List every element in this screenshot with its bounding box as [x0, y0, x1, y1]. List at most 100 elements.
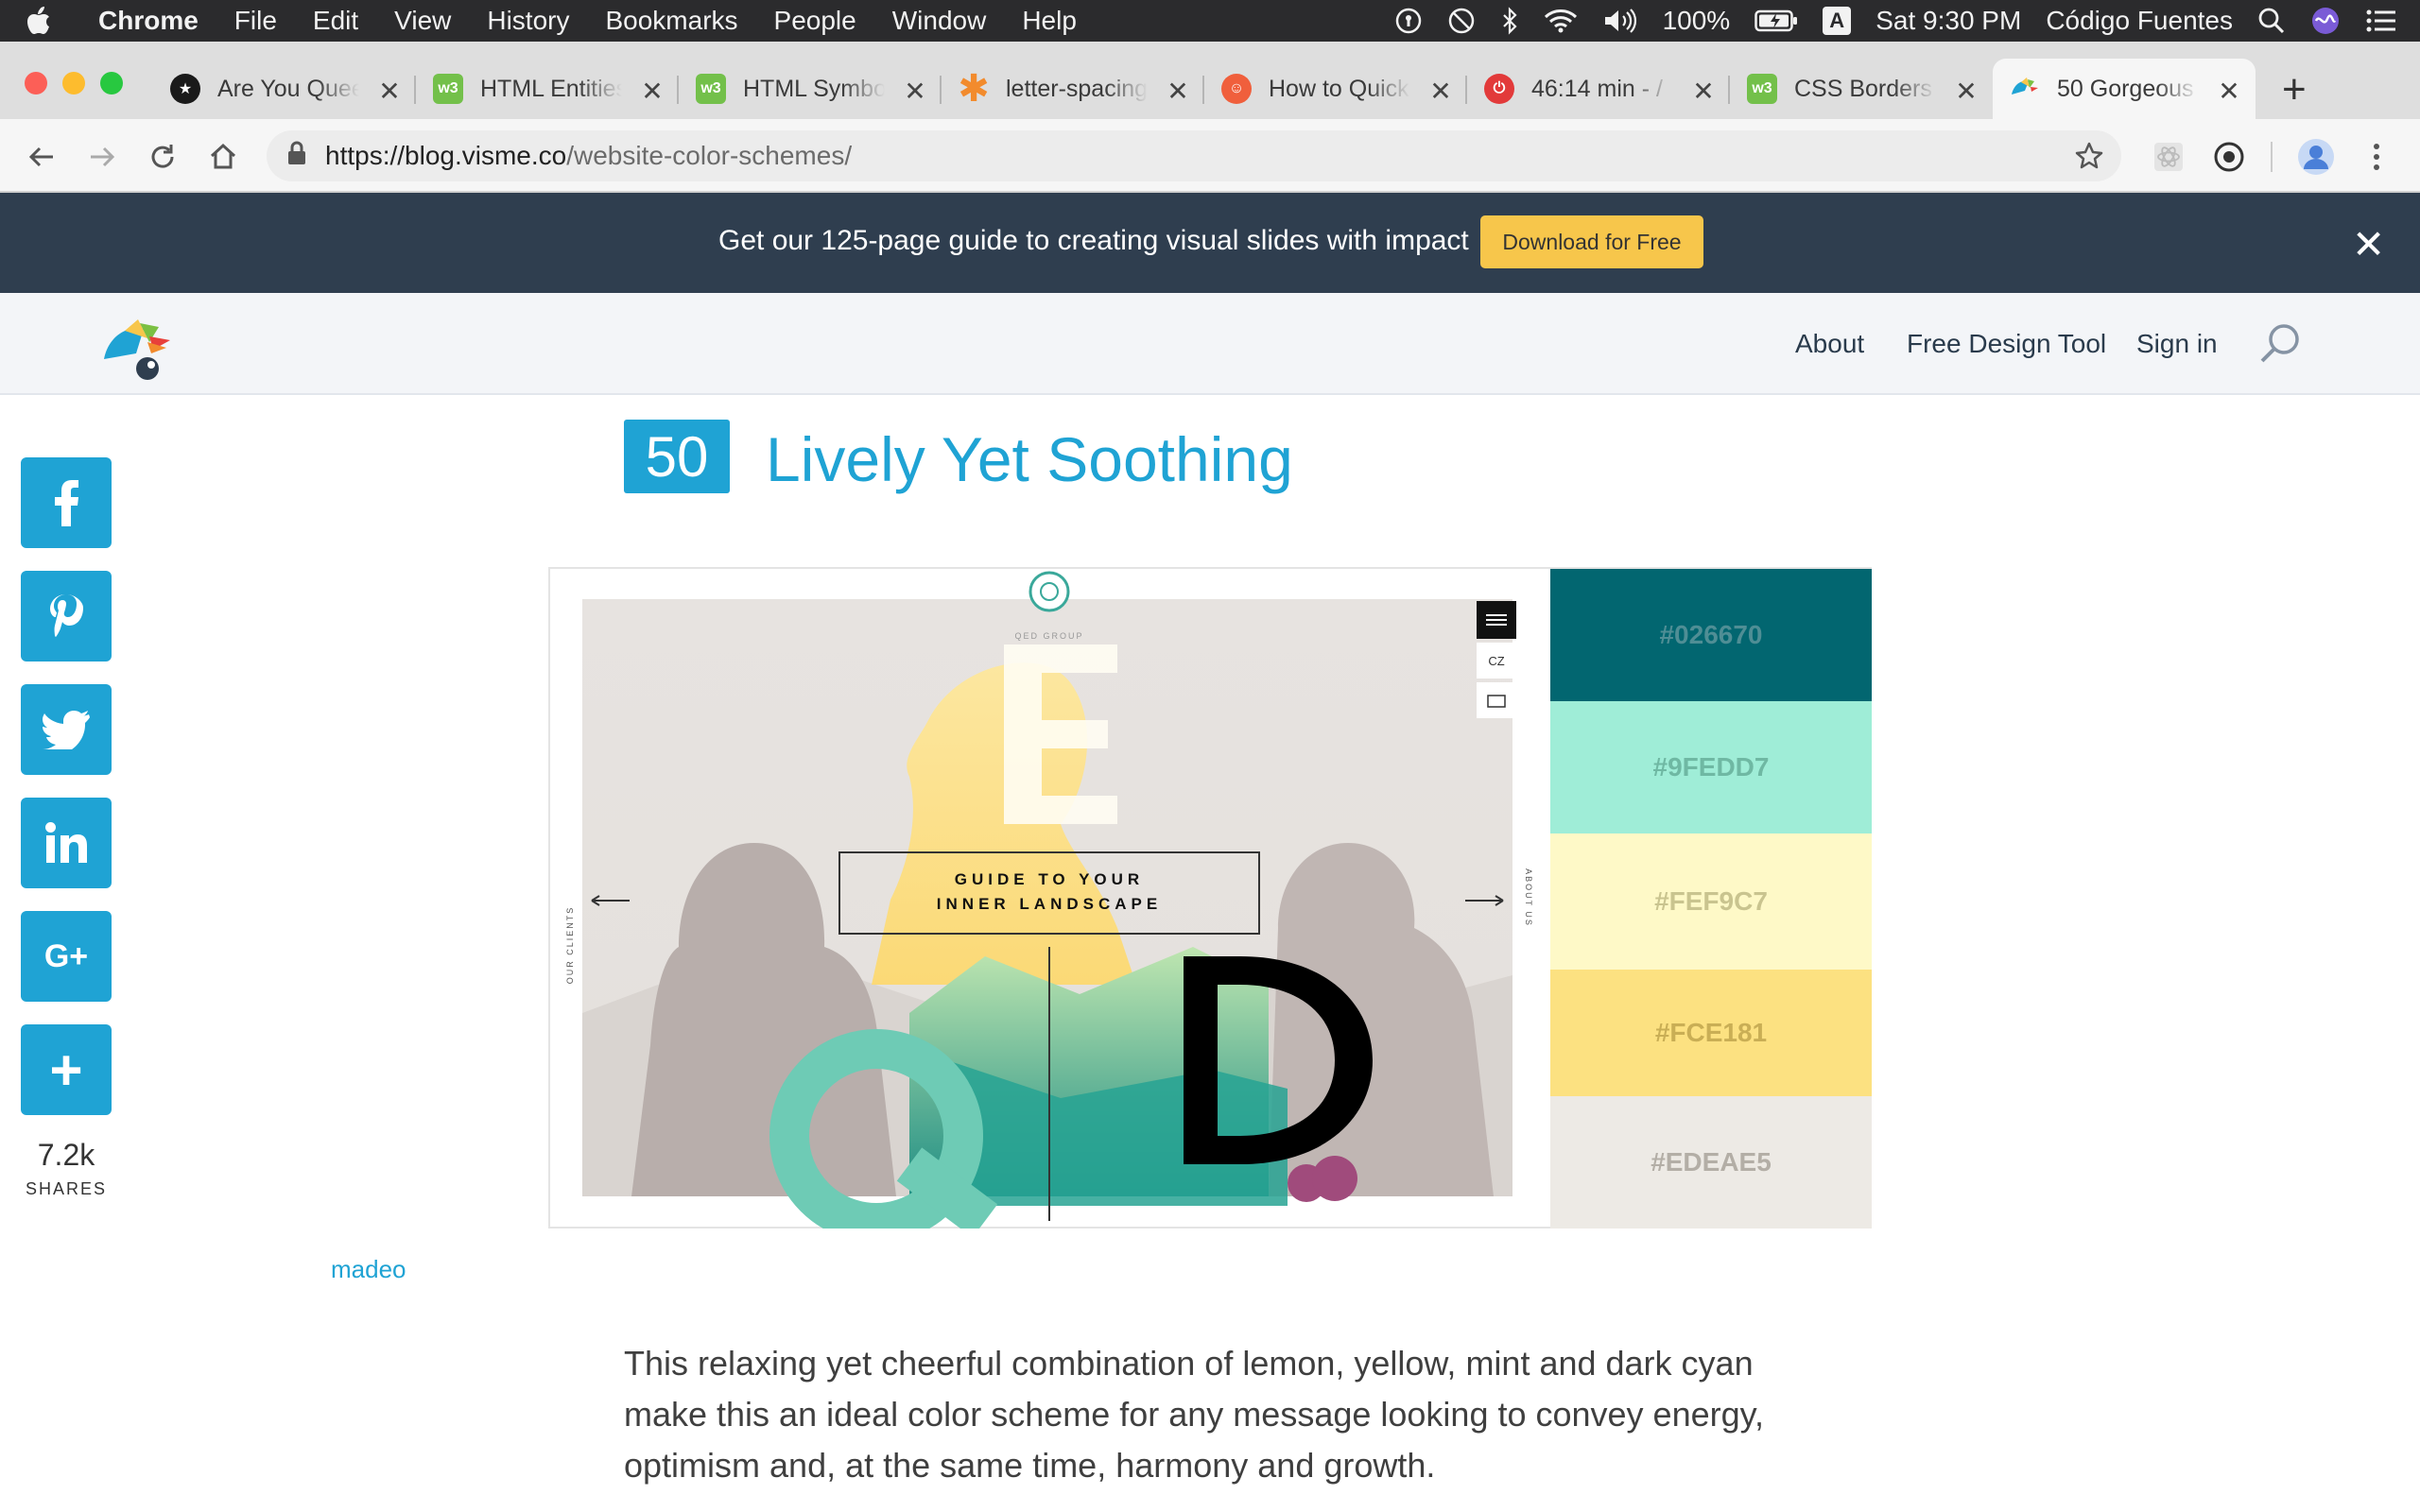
- lock-icon[interactable]: [287, 141, 306, 172]
- palette-swatch-fce181: #FCE181: [1550, 970, 1872, 1096]
- site-header: About Free Design Tool Sign in: [0, 293, 2420, 395]
- wifi-icon[interactable]: [1544, 8, 1578, 34]
- menu-app-name[interactable]: Chrome: [98, 6, 199, 36]
- mockup-right-label: ABOUT US: [1524, 868, 1533, 927]
- visme-logo-icon[interactable]: [100, 316, 195, 387]
- siri-icon[interactable]: [2310, 6, 2341, 36]
- input-source-indicator[interactable]: A: [1823, 7, 1852, 35]
- twitter-icon: [43, 711, 90, 749]
- article-body-paragraph: This relaxing yet cheerful combination o…: [624, 1344, 1764, 1485]
- toolbar-separator: [2271, 142, 2273, 172]
- menu-file[interactable]: File: [234, 6, 277, 36]
- new-tab-plus-icon[interactable]: +: [2282, 66, 2307, 113]
- qed-website-screenshot: GUIDE TO YOUR INNER LANDSCAPE QED GROUP …: [565, 571, 1533, 1228]
- facebook-icon: [55, 480, 78, 526]
- tab-html-symbols[interactable]: w3 HTML Symbols ✕: [679, 59, 942, 119]
- tab-50-gorgeous[interactable]: 50 Gorgeous ✕: [1993, 59, 2256, 119]
- nav-about-link[interactable]: About: [1795, 329, 1864, 359]
- extension-react-icon[interactable]: [2150, 138, 2187, 176]
- url-host: https://blog.visme.co: [325, 141, 567, 170]
- tab-html-entities[interactable]: w3 HTML Entities ✕: [416, 59, 679, 119]
- twitter-share-button[interactable]: [21, 684, 112, 775]
- tab-close-icon[interactable]: ✕: [1690, 76, 1717, 107]
- apple-menu-icon[interactable]: [26, 7, 79, 35]
- tab-are-you-queer[interactable]: ★ Are You Queer ✕: [153, 59, 416, 119]
- tab-css-borders[interactable]: w3 CSS Borders ✕: [1730, 59, 1993, 119]
- image-credit-link[interactable]: madeo: [331, 1255, 406, 1284]
- facebook-share-button[interactable]: [21, 457, 112, 548]
- forward-arrow-icon[interactable]: [83, 138, 121, 176]
- palette-hex-label: #9FEDD7: [1652, 752, 1770, 782]
- nav-sign-in-link[interactable]: Sign in: [2136, 329, 2218, 359]
- bookmark-star-icon[interactable]: [2074, 141, 2104, 178]
- url-path: /website-color-schemes/: [566, 141, 853, 170]
- menu-clock[interactable]: Sat 9:30 PM: [1876, 6, 2021, 36]
- pinterest-share-button[interactable]: [21, 571, 112, 662]
- battery-percent: 100%: [1662, 6, 1731, 35]
- address-bar[interactable]: https://blog.visme.co/website-color-sche…: [267, 130, 2121, 181]
- menu-window[interactable]: Window: [892, 6, 987, 36]
- share-count-label: SHARES: [25, 1179, 108, 1198]
- mockup-headline-line2: INNER LANDSCAPE: [937, 895, 1162, 913]
- palette-hex-label: #FCE181: [1654, 1018, 1768, 1047]
- download-free-button[interactable]: Download for Free: [1480, 215, 1703, 268]
- tab-close-icon[interactable]: ✕: [2216, 76, 2242, 107]
- nav-free-design-tool-link[interactable]: Free Design Tool: [1907, 329, 2106, 359]
- menu-people[interactable]: People: [774, 6, 856, 36]
- menu-user[interactable]: Código Fuentes: [2046, 6, 2233, 36]
- search-icon[interactable]: [2257, 321, 2303, 371]
- palette-hex-label: #EDEAE5: [1651, 1147, 1772, 1177]
- mockup-headline-line1: GUIDE TO YOUR: [955, 870, 1144, 888]
- w3-icon: w3: [1747, 74, 1777, 104]
- menu-bookmarks[interactable]: Bookmarks: [605, 6, 737, 36]
- do-not-disturb-icon[interactable]: [1447, 7, 1476, 35]
- tab-timer[interactable]: ⏻ 46:14 min - / ✕: [1467, 59, 1730, 119]
- w3-icon: w3: [696, 74, 726, 104]
- color-scheme-figure: GUIDE TO YOUR INNER LANDSCAPE QED GROUP …: [548, 567, 1872, 1228]
- chrome-menu-icon[interactable]: [2358, 138, 2395, 176]
- tab-title: How to Quickly: [1269, 75, 1410, 102]
- home-icon[interactable]: [204, 138, 242, 176]
- menu-help[interactable]: Help: [1022, 6, 1077, 36]
- tab-close-icon[interactable]: ✕: [639, 76, 666, 107]
- face-icon: ☺: [1221, 74, 1252, 104]
- window-zoom-button[interactable]: [100, 72, 123, 94]
- bluetooth-icon[interactable]: [1500, 7, 1519, 35]
- window-minimize-button[interactable]: [62, 72, 85, 94]
- profile-avatar-icon[interactable]: [2297, 138, 2335, 176]
- tab-title: letter-spacing: [1006, 75, 1148, 102]
- close-banner-icon[interactable]: ✕: [2352, 221, 2385, 267]
- tab-letter-spacing[interactable]: ✱ letter-spacing ✕: [942, 59, 1204, 119]
- reload-icon[interactable]: [144, 138, 182, 176]
- palette-swatch-fef9c7: #FEF9C7: [1550, 833, 1872, 970]
- tab-title: HTML Symbols: [743, 75, 885, 102]
- tab-close-icon[interactable]: ✕: [1953, 76, 1979, 107]
- menu-edit[interactable]: Edit: [313, 6, 358, 36]
- password-icon[interactable]: [1394, 7, 1423, 35]
- notification-center-icon[interactable]: [2365, 8, 2397, 34]
- menu-history[interactable]: History: [487, 6, 569, 36]
- mockup-left-label: OUR CLIENTS: [565, 906, 575, 985]
- tab-close-icon[interactable]: ✕: [1427, 76, 1454, 107]
- spotlight-search-icon[interactable]: [2257, 7, 2286, 35]
- palette-hex-label: #FEF9C7: [1654, 886, 1768, 916]
- tab-close-icon[interactable]: ✕: [1165, 76, 1191, 107]
- linkedin-share-button[interactable]: [21, 798, 112, 888]
- tab-close-icon[interactable]: ✕: [902, 76, 928, 107]
- browser-tab-strip: ★ Are You Queer ✕ w3 HTML Entities ✕ w3 …: [0, 42, 2420, 119]
- window-close-button[interactable]: [25, 72, 47, 94]
- google-plus-share-button[interactable]: G+: [21, 911, 112, 1002]
- more-share-button[interactable]: +: [21, 1024, 112, 1115]
- volume-icon[interactable]: [1602, 8, 1638, 34]
- tab-close-icon[interactable]: ✕: [376, 76, 403, 107]
- w3-icon: w3: [433, 74, 463, 104]
- share-count: 7.2k: [37, 1138, 95, 1172]
- back-arrow-icon[interactable]: [23, 138, 60, 176]
- extension-chrome-icon[interactable]: [2210, 138, 2248, 176]
- tab-title: Are You Queer: [217, 75, 359, 102]
- battery-icon[interactable]: [1754, 9, 1798, 32]
- pinterest-icon: [50, 594, 83, 637]
- linkedin-icon: [45, 822, 87, 863]
- tab-how-to-quickly[interactable]: ☺ How to Quickly ✕: [1204, 59, 1467, 119]
- menu-view[interactable]: View: [394, 6, 451, 36]
